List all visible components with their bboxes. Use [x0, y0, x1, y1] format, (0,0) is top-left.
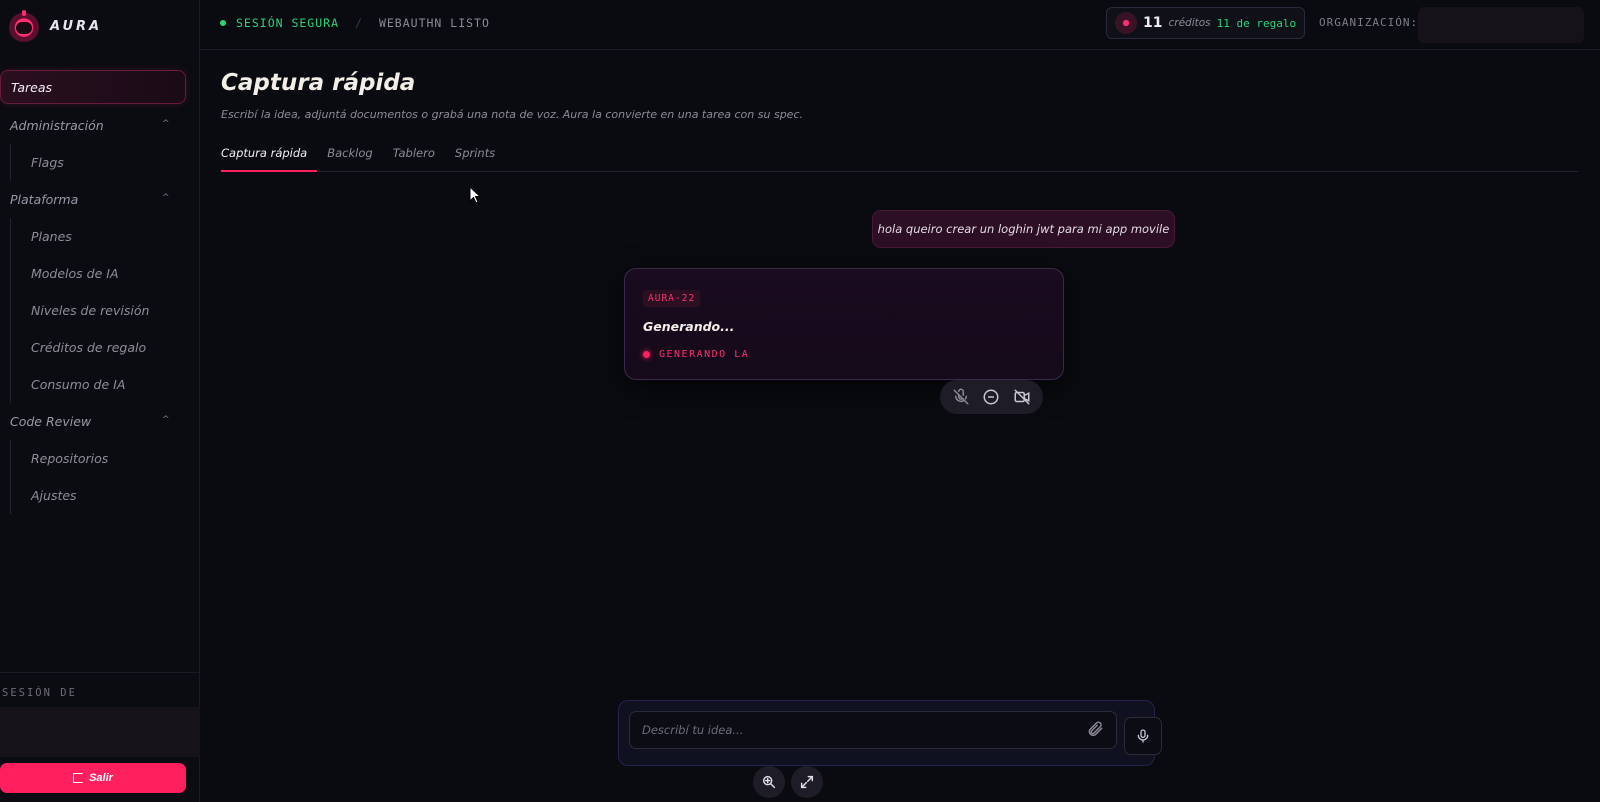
sidebar-item-label: Modelos de IA	[31, 266, 119, 281]
sidebar-item-label: Niveles de revisión	[31, 303, 150, 318]
chevron-up-icon: ^	[162, 193, 170, 203]
sidebar-item-modelos-ia[interactable]: Modelos de IA	[11, 255, 200, 292]
sidebar-item-creditos-regalo[interactable]: Créditos de regalo	[11, 329, 200, 366]
chevron-up-icon: ^	[162, 119, 170, 129]
microphone-icon	[1137, 729, 1149, 743]
sidebar-item-planes[interactable]: Planes	[11, 218, 200, 255]
sidebar-item-label: Créditos de regalo	[31, 340, 147, 355]
tab-captura-rapida[interactable]: Captura rápida	[221, 140, 318, 172]
sidebar-item-niveles-revision[interactable]: Niveles de revisión	[11, 292, 200, 329]
sidebar: AURA Tareas Administración ^ Flags Plata…	[0, 0, 200, 802]
mouse-cursor-icon	[469, 185, 482, 208]
chevron-up-icon: ^	[162, 415, 170, 425]
composer	[618, 700, 1162, 766]
task-status-label: GENERANDO LA	[659, 349, 750, 360]
viewer-controls	[753, 766, 823, 798]
zoom-in-icon[interactable]	[753, 766, 785, 798]
session-panel: SESIÓN DE	[0, 672, 200, 757]
user-message: hola queiro crear un loghin jwt para mi …	[872, 210, 1175, 248]
sidebar-group-administracion[interactable]: Administración ^	[0, 107, 200, 144]
org-selector[interactable]	[1418, 7, 1584, 43]
credits-label: créditos	[1168, 17, 1211, 29]
sidebar-item-label: Flags	[31, 155, 64, 170]
sidebar-item-consumo-ia[interactable]: Consumo de IA	[11, 366, 200, 403]
sparkle-icon	[1115, 12, 1137, 34]
sidebar-item-ajustes[interactable]: Ajustes	[11, 477, 200, 514]
mic-muted-icon[interactable]	[950, 386, 972, 408]
sidebar-item-repositorios[interactable]: Repositorios	[11, 440, 200, 477]
sidebar-subgroup: Flags	[10, 144, 200, 181]
session-label: SESIÓN DE	[2, 687, 77, 699]
task-status: GENERANDO LA	[643, 349, 749, 360]
tab-sprints[interactable]: Sprints	[455, 140, 505, 172]
idea-input[interactable]	[629, 711, 1117, 749]
sidebar-item-label: Consumo de IA	[31, 377, 126, 392]
minus-circle-icon[interactable]	[980, 386, 1002, 408]
brand[interactable]: AURA	[8, 6, 102, 46]
org-label: ORGANIZACIÓN:	[1319, 16, 1419, 29]
session-user-box	[0, 707, 200, 757]
sidebar-item-tareas[interactable]: Tareas	[0, 70, 186, 104]
page-subtitle: Escribí la idea, adjuntá documentos o gr…	[221, 108, 803, 121]
sidebar-subgroup: Planes Modelos de IA Niveles de revisión…	[10, 218, 200, 403]
paperclip-icon[interactable]	[1086, 720, 1106, 740]
status-dot-icon	[220, 20, 226, 26]
sidebar-item-label: Planes	[31, 229, 72, 244]
logout-button[interactable]: Salir	[0, 763, 186, 793]
security-status: SESIÓN SEGURA / WEBAUTHN LISTO	[220, 16, 490, 30]
sidebar-item-label: Code Review	[10, 414, 92, 429]
screen-recorder-controls	[940, 380, 1043, 414]
status-webauthn: WEBAUTHN LISTO	[378, 16, 490, 30]
status-separator: /	[355, 16, 363, 30]
task-id-badge: AURA-22	[643, 290, 701, 307]
tab-tablero[interactable]: Tablero	[393, 140, 445, 172]
task-title: Generando...	[643, 319, 735, 334]
tab-backlog[interactable]: Backlog	[327, 140, 382, 172]
sidebar-item-label: Plataforma	[10, 192, 79, 207]
topbar: SESIÓN SEGURA / WEBAUTHN LISTO 11 crédit…	[200, 0, 1600, 50]
voice-note-button[interactable]	[1124, 717, 1162, 755]
camera-off-icon[interactable]	[1011, 386, 1033, 408]
sidebar-nav: Tareas Administración ^ Flags Plataforma…	[0, 70, 200, 514]
main-content: Captura rápida Escribí la idea, adjuntá …	[200, 50, 1600, 802]
sidebar-item-label: Tareas	[11, 79, 52, 95]
credits-badge[interactable]: 11 créditos 11 de regalo	[1106, 7, 1305, 39]
sidebar-item-label: Administración	[10, 118, 104, 133]
sidebar-group-plataforma[interactable]: Plataforma ^	[0, 181, 200, 218]
credits-value: 11	[1143, 15, 1163, 31]
logout-icon	[73, 773, 84, 783]
credits-gift: 11 de regalo	[1216, 16, 1297, 30]
sidebar-group-code-review[interactable]: Code Review ^	[0, 403, 200, 440]
pulse-dot-icon	[643, 351, 650, 358]
status-secure: SESIÓN SEGURA	[236, 16, 340, 30]
sidebar-subgroup: Repositorios Ajustes	[10, 440, 200, 514]
expand-icon[interactable]	[791, 766, 823, 798]
sidebar-item-label: Repositorios	[31, 451, 109, 466]
logout-label: Salir	[89, 772, 113, 784]
brand-name: AURA	[50, 18, 103, 34]
sidebar-item-flags[interactable]: Flags	[11, 144, 200, 181]
aura-logo-icon	[8, 10, 40, 42]
tab-bar: Captura rápida Backlog Tablero Sprints	[221, 140, 1578, 172]
sidebar-item-label: Ajustes	[31, 488, 77, 503]
task-card[interactable]: AURA-22 Generando... GENERANDO LA	[624, 268, 1064, 380]
page-title: Captura rápida	[221, 70, 416, 96]
